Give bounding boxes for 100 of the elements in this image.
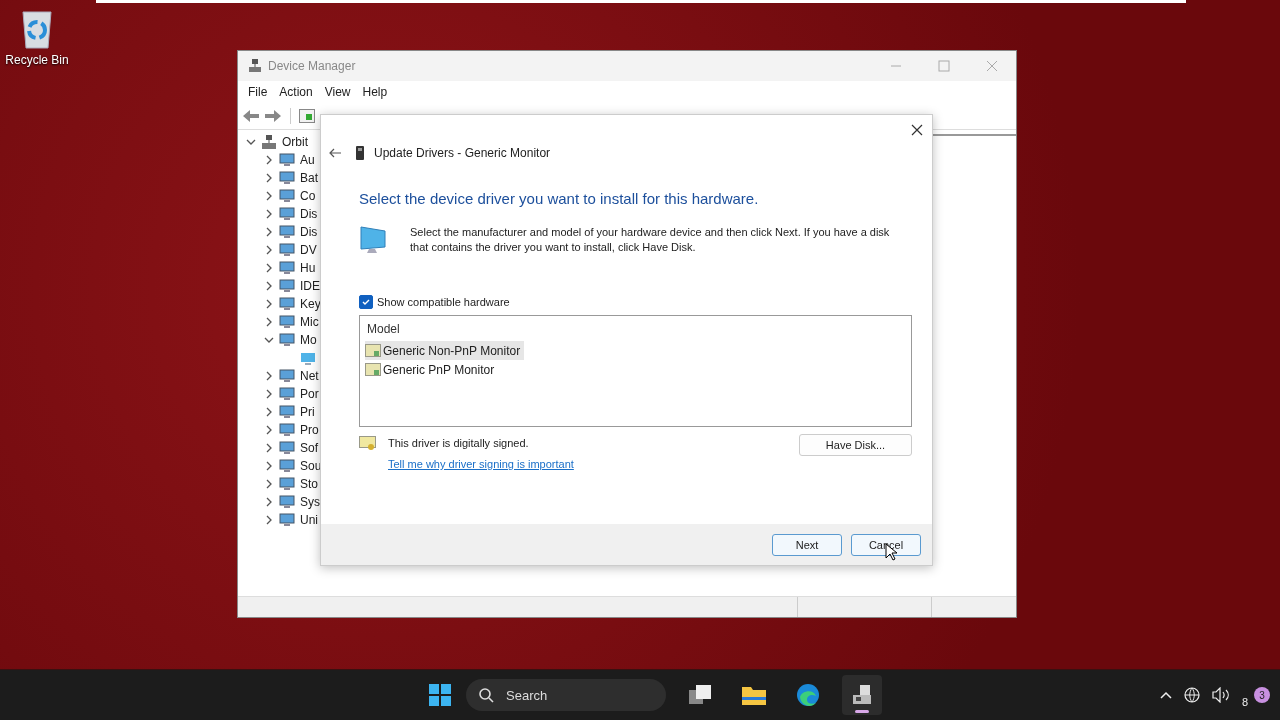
expand-chevron-icon[interactable] bbox=[264, 461, 274, 471]
tree-item[interactable]: Mic bbox=[300, 315, 319, 329]
tree-item[interactable]: Sys bbox=[300, 495, 320, 509]
browser-icon[interactable] bbox=[796, 683, 820, 707]
tree-item[interactable]: Pro bbox=[300, 423, 319, 437]
column-header[interactable]: Model bbox=[367, 322, 906, 336]
speaker-icon[interactable] bbox=[1211, 687, 1230, 703]
certificate-icon bbox=[359, 436, 376, 451]
monitor-icon bbox=[359, 225, 387, 255]
window-title: Device Manager bbox=[268, 59, 356, 73]
tree-item[interactable]: Co bbox=[300, 189, 316, 203]
device-category-icon bbox=[279, 261, 295, 275]
have-disk-button[interactable]: Have Disk... bbox=[799, 434, 912, 456]
recycle-bin-icon[interactable] bbox=[20, 10, 54, 50]
monitor-icon[interactable] bbox=[300, 351, 316, 365]
expand-chevron-icon[interactable] bbox=[264, 389, 274, 399]
device-category-icon bbox=[279, 387, 295, 401]
show-compatible-checkbox[interactable]: Show compatible hardware bbox=[359, 295, 912, 309]
tree-item[interactable]: Sof bbox=[300, 441, 318, 455]
tree-item[interactable]: Sto bbox=[300, 477, 318, 491]
dialog-heading: Select the device driver you want to install for this hardware. bbox=[359, 190, 760, 207]
expand-chevron-icon[interactable] bbox=[264, 191, 274, 201]
signed-text: This driver is digitally signed. bbox=[388, 436, 530, 450]
expand-chevron-icon[interactable] bbox=[264, 317, 274, 327]
expand-chevron-icon[interactable] bbox=[264, 227, 274, 237]
back-arrow-icon[interactable] bbox=[242, 109, 260, 123]
expand-chevron-icon[interactable] bbox=[264, 425, 274, 435]
chevron-up-icon[interactable] bbox=[1159, 691, 1172, 699]
menu-item[interactable]: Help bbox=[356, 85, 394, 99]
device-category-icon bbox=[279, 297, 295, 311]
expand-chevron-icon[interactable] bbox=[264, 173, 274, 183]
expand-chevron-icon[interactable] bbox=[264, 515, 274, 525]
device-category-icon bbox=[279, 153, 295, 167]
expand-chevron-icon[interactable] bbox=[264, 209, 274, 219]
expand-chevron-icon[interactable] bbox=[264, 407, 274, 417]
desktop-icon-label[interactable]: Recycle Bin bbox=[5, 53, 69, 67]
expand-chevron-icon[interactable] bbox=[264, 371, 274, 381]
properties-icon[interactable] bbox=[299, 109, 315, 123]
tree-item[interactable]: Orbit bbox=[282, 135, 308, 149]
tree-item[interactable]: Pri bbox=[300, 405, 315, 419]
expand-chevron-icon[interactable] bbox=[264, 263, 274, 273]
folder-icon[interactable] bbox=[741, 684, 767, 706]
clock-text[interactable]: 8 bbox=[1241, 696, 1248, 708]
notification-badge[interactable]: 3 bbox=[1254, 687, 1270, 703]
device-category-icon bbox=[279, 441, 295, 455]
device-category-icon bbox=[279, 423, 295, 437]
description-text: Select the manufacturer and model of your hardware device and then click Next. If you have a disk that contains the driver you want to install, click Have Disk. bbox=[410, 225, 891, 255]
driver-signing-link[interactable]: Tell me why driver signing is important bbox=[388, 458, 574, 470]
search-field[interactable]: Search bbox=[504, 686, 648, 704]
expand-chevron-icon[interactable] bbox=[264, 281, 274, 291]
tree-item[interactable]: Uni bbox=[300, 513, 318, 527]
device-manager-icon bbox=[248, 59, 262, 73]
tree-item[interactable]: Net bbox=[300, 369, 319, 383]
device-category-icon bbox=[279, 189, 295, 203]
expand-chevron-icon[interactable] bbox=[264, 497, 274, 507]
expand-chevron-icon[interactable] bbox=[264, 155, 274, 165]
checkmark-icon[interactable] bbox=[361, 297, 371, 307]
search-icon bbox=[478, 687, 494, 703]
model-list-item[interactable]: Generic Non-PnP Monitor bbox=[365, 341, 525, 360]
tree-item[interactable]: Bat bbox=[300, 171, 318, 185]
forward-arrow-icon[interactable] bbox=[264, 109, 282, 123]
tree-item[interactable]: IDE bbox=[300, 279, 320, 293]
search-box[interactable]: Search bbox=[466, 679, 666, 711]
device-category-icon bbox=[279, 207, 295, 221]
device-category-icon bbox=[279, 459, 295, 473]
tree-item[interactable]: DV bbox=[300, 243, 317, 257]
device-category-icon bbox=[279, 333, 295, 347]
tree-item[interactable]: Mo bbox=[300, 333, 317, 347]
tree-item[interactable]: Por bbox=[300, 387, 319, 401]
tree-item[interactable]: Dis bbox=[300, 225, 318, 239]
start-icon[interactable] bbox=[428, 683, 452, 707]
model-list-item[interactable]: Generic PnP Monitor bbox=[365, 360, 499, 379]
device-category-icon bbox=[279, 315, 295, 329]
tree-item[interactable]: Key bbox=[300, 297, 321, 311]
tree-item[interactable]: Hu bbox=[300, 261, 316, 275]
device-icon bbox=[356, 146, 364, 160]
menu-item[interactable]: File bbox=[242, 85, 274, 99]
expand-chevron-icon[interactable] bbox=[264, 443, 274, 453]
dialog-button[interactable]: Next bbox=[772, 533, 842, 556]
expand-chevron-icon[interactable] bbox=[264, 335, 274, 345]
tree-item[interactable]: Dis bbox=[300, 207, 318, 221]
device-category-icon bbox=[279, 405, 295, 419]
expand-chevron-icon[interactable] bbox=[264, 479, 274, 489]
device-category-icon bbox=[279, 495, 295, 509]
device-category-icon bbox=[279, 513, 295, 527]
close-icon[interactable] bbox=[911, 124, 923, 136]
back-arrow-icon[interactable] bbox=[329, 148, 342, 158]
menu-item[interactable]: View bbox=[318, 85, 357, 99]
menu-item[interactable]: Action bbox=[273, 85, 319, 99]
expand-chevron-icon[interactable] bbox=[264, 299, 274, 309]
expand-chevron-icon[interactable] bbox=[264, 245, 274, 255]
device-category-icon bbox=[279, 225, 295, 239]
computer-icon bbox=[261, 134, 277, 150]
task-view-icon[interactable] bbox=[688, 684, 712, 706]
device-category-icon bbox=[279, 477, 295, 491]
globe-icon[interactable] bbox=[1183, 687, 1200, 703]
collapse-chevron-icon[interactable] bbox=[246, 137, 256, 147]
device-category-icon bbox=[279, 279, 295, 293]
tree-item[interactable]: Au bbox=[300, 153, 315, 167]
device-manager-icon[interactable] bbox=[850, 683, 874, 707]
